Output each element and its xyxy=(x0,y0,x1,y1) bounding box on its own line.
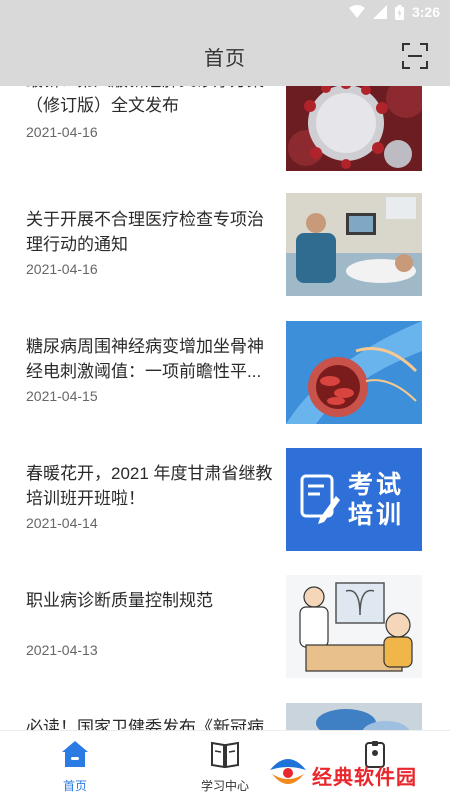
wifi-icon xyxy=(348,5,365,18)
list-item[interactable]: 最新！第八版新冠肺炎诊疗方案（修订版）全文发布 2021-04-16 xyxy=(0,86,450,195)
doctor-xray-thumbnail xyxy=(286,575,422,678)
news-list[interactable]: 最新！第八版新冠肺炎诊疗方案（修订版）全文发布 2021-04-16 关于开展不… xyxy=(0,86,450,730)
book-icon xyxy=(211,741,239,769)
news-title: 春暖花开，2021 年度甘肃省继教培训班开班啦！ xyxy=(26,464,273,508)
news-date: 2021-04-14 xyxy=(26,515,98,531)
watermark-logo-icon xyxy=(270,759,306,784)
page-title: 首页 xyxy=(204,48,246,70)
status-bar: 3:26 xyxy=(0,0,450,24)
watermark: 经典软件园 xyxy=(268,752,444,794)
news-title: 糖尿病周围神经病变增加坐骨神经电刺激阈值：一项前瞻性平... xyxy=(26,337,264,381)
signal-icon xyxy=(372,5,387,19)
list-item[interactable]: 关于开展不合理医疗检查专项治理行动的通知 2021-04-16 xyxy=(0,193,450,320)
home-icon xyxy=(62,741,88,767)
battery-icon xyxy=(394,4,404,20)
document-pen-icon xyxy=(300,474,340,524)
status-time: 3:26 xyxy=(411,4,440,20)
gloved-hands-thumbnail xyxy=(286,703,422,730)
ultrasound-thumbnail xyxy=(286,193,422,296)
news-title: 职业病诊断质量控制规范 xyxy=(26,591,213,610)
news-date: 2021-04-15 xyxy=(26,388,98,404)
news-title: 最新！第八版新冠肺炎诊疗方案（修订版）全文发布 xyxy=(26,86,264,115)
list-item[interactable]: 春暖花开，2021 年度甘肃省继教培训班开班啦！ 2021-04-14 考试培训 xyxy=(0,447,450,574)
news-date: 2021-04-16 xyxy=(26,124,98,140)
news-title: 关于开展不合理医疗检查专项治理行动的通知 xyxy=(26,210,264,254)
list-item[interactable]: 职业病诊断质量控制规范 2021-04-13 xyxy=(0,574,450,701)
app-header: 首页 xyxy=(0,24,450,86)
news-title: 必读！国家卫健委发布《新冠病 xyxy=(26,718,264,730)
blood-vessel-thumbnail xyxy=(286,321,422,424)
coronavirus-thumbnail xyxy=(286,86,422,171)
list-item[interactable]: 必读！国家卫健委发布《新冠病 xyxy=(0,701,450,730)
tab-label: 首页 xyxy=(62,779,87,793)
list-item[interactable]: 糖尿病周围神经病变增加坐骨神经电刺激阈值：一项前瞻性平... 2021-04-1… xyxy=(0,320,450,447)
news-date: 2021-04-13 xyxy=(26,642,98,658)
thumbnail-text: 考试培训 xyxy=(348,471,405,529)
news-date: 2021-04-16 xyxy=(26,261,98,277)
watermark-text: 经典软件园 xyxy=(312,767,417,789)
scan-icon[interactable] xyxy=(402,43,428,69)
exam-training-thumbnail: 考试培训 xyxy=(286,448,422,551)
tab-home[interactable]: 首页 xyxy=(0,731,150,800)
